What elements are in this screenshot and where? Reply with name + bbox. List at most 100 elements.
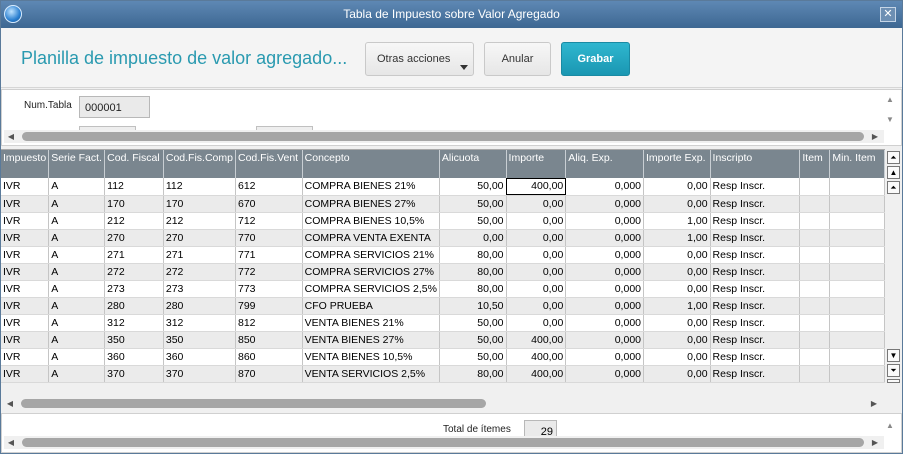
table-cell[interactable]: COMPRA BIENES 10,5%	[302, 212, 440, 230]
table-cell[interactable]: 0,00	[439, 229, 507, 247]
table-cell[interactable]: 370	[163, 365, 236, 383]
table-cell[interactable]: A	[48, 348, 106, 366]
next-record-icon[interactable]: ▼	[887, 349, 900, 362]
table-cell[interactable]	[829, 212, 885, 230]
table-cell[interactable]: A	[48, 365, 106, 383]
table-cell[interactable]: IVR	[1, 178, 50, 196]
table-cell[interactable]: 80,00	[439, 280, 507, 298]
table-cell[interactable]: 271	[104, 246, 164, 264]
table-cell[interactable]: 870	[235, 365, 303, 383]
table-cell[interactable]: 0,000	[565, 246, 644, 264]
table-cell[interactable]: 0,00	[643, 263, 711, 281]
table-cell[interactable]	[799, 348, 831, 366]
table-cell[interactable]: 10,50	[439, 297, 507, 315]
table-cell[interactable]: 0,000	[565, 178, 644, 196]
table-cell[interactable]: 270	[163, 229, 236, 247]
anular-button[interactable]: Anular	[484, 42, 551, 76]
table-cell[interactable]: 0,00	[643, 348, 711, 366]
table-cell[interactable]: 0,000	[565, 263, 644, 281]
table-cell[interactable]: 0,00	[643, 195, 711, 213]
table-cell[interactable]: 312	[163, 314, 236, 332]
table-cell[interactable]: 112	[163, 178, 236, 196]
table-cell[interactable]: 773	[235, 280, 303, 298]
table-cell[interactable]: COMPRA BIENES 27%	[302, 195, 440, 213]
table-cell[interactable]: COMPRA SERVICIOS 2,5%	[302, 280, 440, 298]
table-cell[interactable]: 0,00	[506, 212, 567, 230]
table-cell[interactable]: 0,00	[643, 246, 711, 264]
scroll-left-icon[interactable]: ◀	[6, 437, 16, 448]
table-cell[interactable]: 400,00	[506, 178, 567, 196]
scroll-down-icon[interactable]: ▼	[884, 114, 896, 125]
table-cell[interactable]: Resp Inscr.	[710, 229, 801, 247]
table-cell[interactable]: A	[48, 331, 106, 349]
table-cell[interactable]: COMPRA VENTA EXENTA	[302, 229, 440, 247]
table-cell[interactable]: 271	[163, 246, 236, 264]
table-cell[interactable]: 400,00	[506, 348, 567, 366]
table-cell[interactable]: 799	[235, 297, 303, 315]
table-cell[interactable]: 0,00	[506, 280, 567, 298]
table-cell[interactable]	[799, 229, 831, 247]
table-cell[interactable]: 0,00	[643, 365, 711, 383]
scroll-up-icon[interactable]: ▲	[884, 420, 896, 431]
table-cell[interactable]: 272	[104, 263, 164, 281]
table-cell[interactable]: Resp Inscr.	[710, 314, 801, 332]
table-cell[interactable]: 860	[235, 348, 303, 366]
table-cell[interactable]: Resp Inscr.	[710, 195, 801, 213]
table-cell[interactable]: 280	[163, 297, 236, 315]
table-cell[interactable]: 273	[104, 280, 164, 298]
table-cell[interactable]: Resp Inscr.	[710, 331, 801, 349]
grabar-button[interactable]: Grabar	[561, 42, 630, 76]
footer-horizontal-scrollbar[interactable]: ◀ ▶	[4, 436, 884, 449]
otras-acciones-button[interactable]: Otras acciones	[365, 42, 474, 76]
table-cell[interactable]: 50,00	[439, 331, 507, 349]
table-row[interactable]: IVR A 273 273 773 COMPRA SERVICIOS 2,5% 80,00 0…	[1, 280, 885, 298]
table-row[interactable]: IVR A 280 280 799 CFO PRUEBA 10,50 0,00 0,000 1,0…	[1, 297, 885, 315]
table-cell[interactable]: A	[48, 280, 106, 298]
table-cell[interactable]: 770	[235, 229, 303, 247]
table-cell[interactable]: 0,00	[643, 178, 711, 196]
scroll-left-icon[interactable]: ◀	[5, 398, 15, 409]
scroll-right-icon[interactable]: ▶	[870, 131, 880, 142]
scroll-right-icon[interactable]: ▶	[869, 398, 879, 409]
table-cell[interactable]: 0,00	[643, 280, 711, 298]
table-cell[interactable]: Resp Inscr.	[710, 178, 801, 196]
table-cell[interactable]	[829, 280, 885, 298]
table-cell[interactable]: Resp Inscr.	[710, 348, 801, 366]
column-header[interactable]: Inscripto	[710, 150, 801, 178]
column-header[interactable]: Alicuota	[439, 150, 507, 178]
table-cell[interactable]: 612	[235, 178, 303, 196]
scroll-right-icon[interactable]: ▶	[870, 437, 880, 448]
table-cell[interactable]	[799, 297, 831, 315]
table-cell[interactable]: Resp Inscr.	[710, 297, 801, 315]
table-cell[interactable]: 50,00	[439, 212, 507, 230]
table-cell[interactable]: Resp Inscr.	[710, 212, 801, 230]
table-cell[interactable]: A	[48, 297, 106, 315]
column-header[interactable]: Aliq. Exp.	[565, 150, 644, 178]
table-cell[interactable]	[829, 331, 885, 349]
table-cell[interactable]: 312	[104, 314, 164, 332]
column-header[interactable]: Cod.Fis.Comp	[163, 150, 236, 178]
scroll-up-icon[interactable]: ▲	[884, 94, 896, 105]
table-cell[interactable]: 0,000	[565, 195, 644, 213]
table-cell[interactable]: A	[48, 314, 106, 332]
column-header[interactable]: Importe Exp.	[643, 150, 711, 178]
table-cell[interactable]	[799, 331, 831, 349]
first-record-icon[interactable]: ⏶	[887, 151, 900, 164]
table-cell[interactable]	[829, 178, 885, 196]
table-row[interactable]: IVR A 312 312 812 VENTA BIENES 21% 50,00 0,00 0,…	[1, 314, 885, 332]
table-cell[interactable]: 280	[104, 297, 164, 315]
table-cell[interactable]: 273	[163, 280, 236, 298]
table-cell[interactable]: COMPRA BIENES 21%	[302, 178, 440, 196]
table-cell[interactable]: 80,00	[439, 263, 507, 281]
table-cell[interactable]: IVR	[1, 365, 50, 383]
table-cell[interactable]: 0,00	[643, 314, 711, 332]
table-cell[interactable]: 50,00	[439, 314, 507, 332]
table-cell[interactable]: 170	[163, 195, 236, 213]
table-cell[interactable]: 80,00	[439, 365, 507, 383]
table-cell[interactable]: VENTA BIENES 10,5%	[302, 348, 440, 366]
table-cell[interactable]: 272	[163, 263, 236, 281]
scroll-left-icon[interactable]: ◀	[6, 131, 16, 142]
table-row[interactable]: IVR A 360 360 860 VENTA BIENES 10,5% 50,00 400,…	[1, 348, 885, 366]
table-cell[interactable]: IVR	[1, 229, 50, 247]
table-cell[interactable]	[829, 348, 885, 366]
